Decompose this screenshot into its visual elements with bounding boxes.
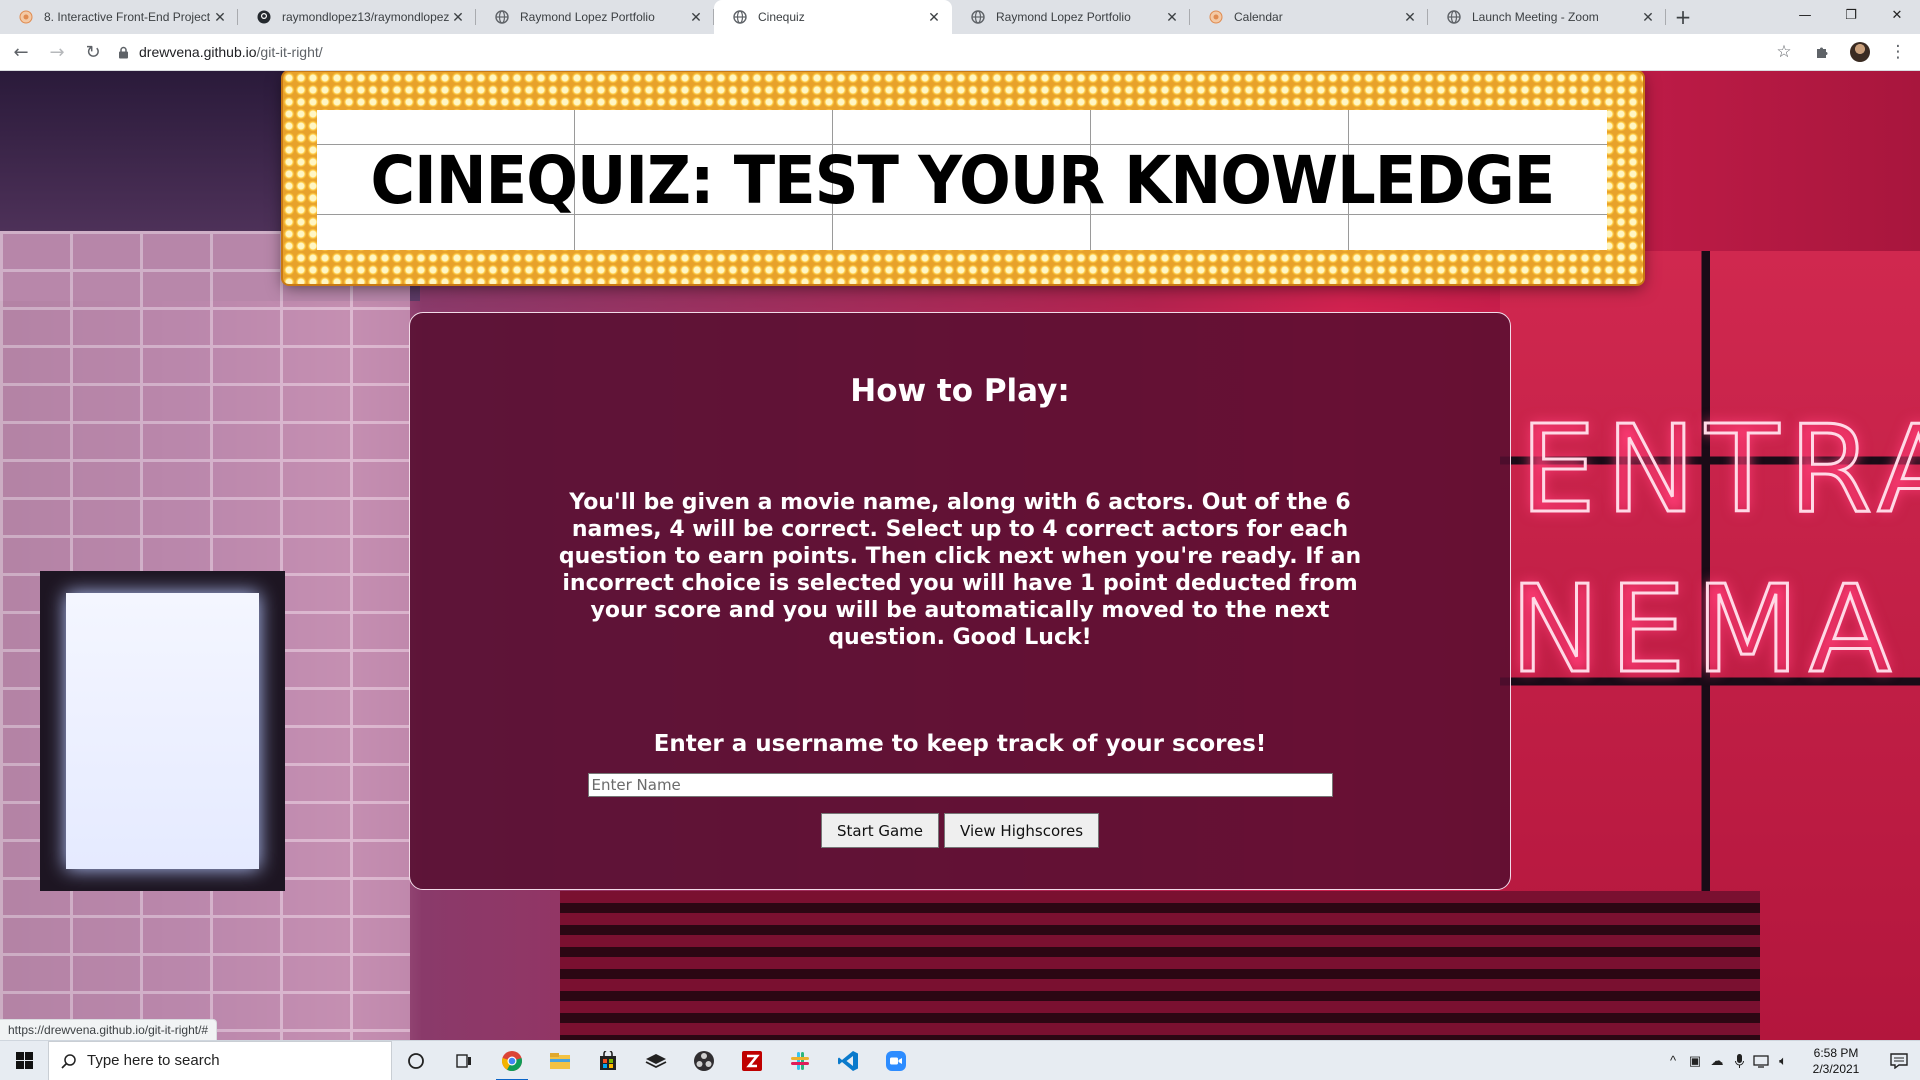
- tab-cinequiz[interactable]: Cinequiz ✕: [714, 0, 952, 34]
- background-neon-sign: ENTRAL: [1518, 400, 1920, 542]
- close-tab-icon[interactable]: ✕: [1640, 9, 1656, 26]
- network-icon[interactable]: [1750, 1054, 1772, 1068]
- bootcamp-icon: [1208, 9, 1224, 25]
- store-icon[interactable]: [584, 1041, 632, 1080]
- github-icon: [256, 9, 272, 25]
- profile-avatar[interactable]: [1848, 40, 1872, 64]
- tab-title: Calendar: [1234, 10, 1283, 24]
- bookmark-star-icon[interactable]: ☆: [1772, 40, 1796, 64]
- close-tab-icon[interactable]: ✕: [688, 9, 704, 26]
- rules-text: You'll be given a movie name, along with…: [558, 490, 1362, 650]
- device-icon[interactable]: ▣: [1684, 1053, 1706, 1069]
- obs-icon[interactable]: [680, 1041, 728, 1080]
- view-highscores-button[interactable]: View Highscores: [944, 813, 1100, 848]
- globe-icon: [1446, 9, 1462, 25]
- bootcamp-icon: [18, 9, 34, 25]
- onedrive-cloud-icon[interactable]: ☁: [1706, 1053, 1728, 1069]
- marquee-banner: CINEQUIZ: TEST YOUR KNOWLEDGE: [283, 72, 1643, 284]
- vscode-icon[interactable]: [824, 1041, 872, 1080]
- background-neon-sign: NEMA: [1508, 560, 1902, 702]
- window-controls: — ❐ ✕: [1782, 0, 1920, 30]
- tab-title: Raymond Lopez Portfolio: [520, 10, 655, 24]
- globe-icon: [732, 9, 748, 25]
- tab-raymond-portfolio-2[interactable]: Raymond Lopez Portfolio ✕: [952, 0, 1190, 34]
- clock-time: 6:58 PM: [1813, 1045, 1859, 1060]
- tab-interactive-front-end-project[interactable]: 8. Interactive Front-End Project ✕: [0, 0, 238, 34]
- chrome-menu-icon[interactable]: ⋮: [1886, 40, 1910, 64]
- tab-calendar[interactable]: Calendar ✕: [1190, 0, 1428, 34]
- system-tray: ^ ▣ ☁ 🔈︎ 6:58 PM 2/3/2021: [1662, 1041, 1920, 1080]
- tab-title: Cinequiz: [758, 10, 805, 24]
- close-tab-icon[interactable]: ✕: [1164, 9, 1180, 26]
- close-tab-icon[interactable]: ✕: [1402, 9, 1418, 26]
- restore-icon[interactable]: ❐: [1828, 0, 1874, 30]
- search-placeholder: Type here to search: [87, 1052, 220, 1069]
- url-path: /git-it-right/: [256, 44, 323, 60]
- reload-icon[interactable]: ↻: [78, 37, 108, 67]
- clock-date: 2/3/2021: [1812, 1061, 1860, 1076]
- close-tab-icon[interactable]: ✕: [212, 9, 228, 26]
- close-tab-icon[interactable]: ✕: [926, 9, 942, 26]
- task-view-icon[interactable]: [440, 1041, 488, 1080]
- taskbar-clock[interactable]: 6:58 PM 2/3/2021: [1794, 1045, 1878, 1077]
- marquee-board: CINEQUIZ: TEST YOUR KNOWLEDGE: [317, 110, 1607, 250]
- microphone-icon[interactable]: [1728, 1053, 1750, 1068]
- how-to-play-card: How to Play: You'll be given a movie nam…: [409, 312, 1511, 890]
- filezilla-icon[interactable]: [728, 1041, 776, 1080]
- tab-github-repo[interactable]: raymondlopez13/raymondlopez13 ✕: [238, 0, 476, 34]
- windows-start-icon[interactable]: [0, 1041, 48, 1080]
- username-prompt: Enter a username to keep track of your s…: [653, 731, 1267, 757]
- notification-icon[interactable]: [1878, 1041, 1920, 1080]
- back-icon[interactable]: ←: [6, 37, 36, 67]
- zoom-icon[interactable]: [872, 1041, 920, 1080]
- forward-icon[interactable]: →: [42, 37, 72, 67]
- stack-app-icon[interactable]: [632, 1041, 680, 1080]
- address-bar[interactable]: drewvena.github.io/git-it-right/: [118, 37, 1772, 67]
- tab-zoom-meeting[interactable]: Launch Meeting - Zoom ✕: [1428, 0, 1666, 34]
- taskbar: Type here to search ^ ▣ ☁ 🔈︎ 6:58 PM 2/3…: [0, 1040, 1920, 1080]
- globe-icon: [970, 9, 986, 25]
- url-host: drewvena.github.io: [139, 44, 257, 60]
- search-icon: [61, 1053, 77, 1069]
- browser-toolbar: ← → ↻ drewvena.github.io/git-it-right/ ☆…: [0, 34, 1920, 71]
- close-tab-icon[interactable]: ✕: [450, 9, 466, 26]
- tab-title: Launch Meeting - Zoom: [1472, 10, 1599, 24]
- tab-title: 8. Interactive Front-End Project: [44, 10, 211, 24]
- slack-icon[interactable]: [776, 1041, 824, 1080]
- cortana-icon[interactable]: [392, 1041, 440, 1080]
- background-menu-board: [40, 571, 285, 891]
- extensions-puzzle-icon[interactable]: [1810, 40, 1834, 64]
- username-input[interactable]: [587, 773, 1333, 797]
- taskbar-search[interactable]: Type here to search: [48, 1040, 392, 1080]
- page-title: CINEQUIZ: TEST YOUR KNOWLEDGE: [370, 141, 1555, 219]
- tab-title: raymondlopez13/raymondlopez13: [282, 10, 450, 24]
- tab-raymond-portfolio[interactable]: Raymond Lopez Portfolio ✕: [476, 0, 714, 34]
- chevron-up-icon[interactable]: ^: [1662, 1053, 1684, 1068]
- tab-strip: 8. Interactive Front-End Project ✕ raymo…: [0, 0, 1920, 34]
- lock-icon: [118, 46, 129, 59]
- background-stairs: [560, 891, 1760, 1040]
- new-tab-button[interactable]: +: [1666, 0, 1700, 34]
- chrome-taskbar-icon[interactable]: [488, 1041, 536, 1080]
- status-url: https://drewvena.github.io/git-it-right/…: [0, 1019, 218, 1040]
- action-buttons: Start Game View Highscores: [410, 813, 1510, 848]
- volume-icon[interactable]: 🔈︎: [1772, 1053, 1794, 1069]
- minimize-icon[interactable]: —: [1782, 0, 1828, 30]
- file-explorer-icon[interactable]: [536, 1041, 584, 1080]
- start-game-button[interactable]: Start Game: [820, 813, 940, 848]
- globe-icon: [494, 9, 510, 25]
- tab-title: Raymond Lopez Portfolio: [996, 10, 1131, 24]
- page-viewport: ENTRAL NEMA CINEQUIZ: TEST YOUR KNOWLEDG…: [0, 71, 1920, 1040]
- close-window-icon[interactable]: ✕: [1874, 0, 1920, 30]
- how-to-play-heading: How to Play:: [850, 373, 1070, 409]
